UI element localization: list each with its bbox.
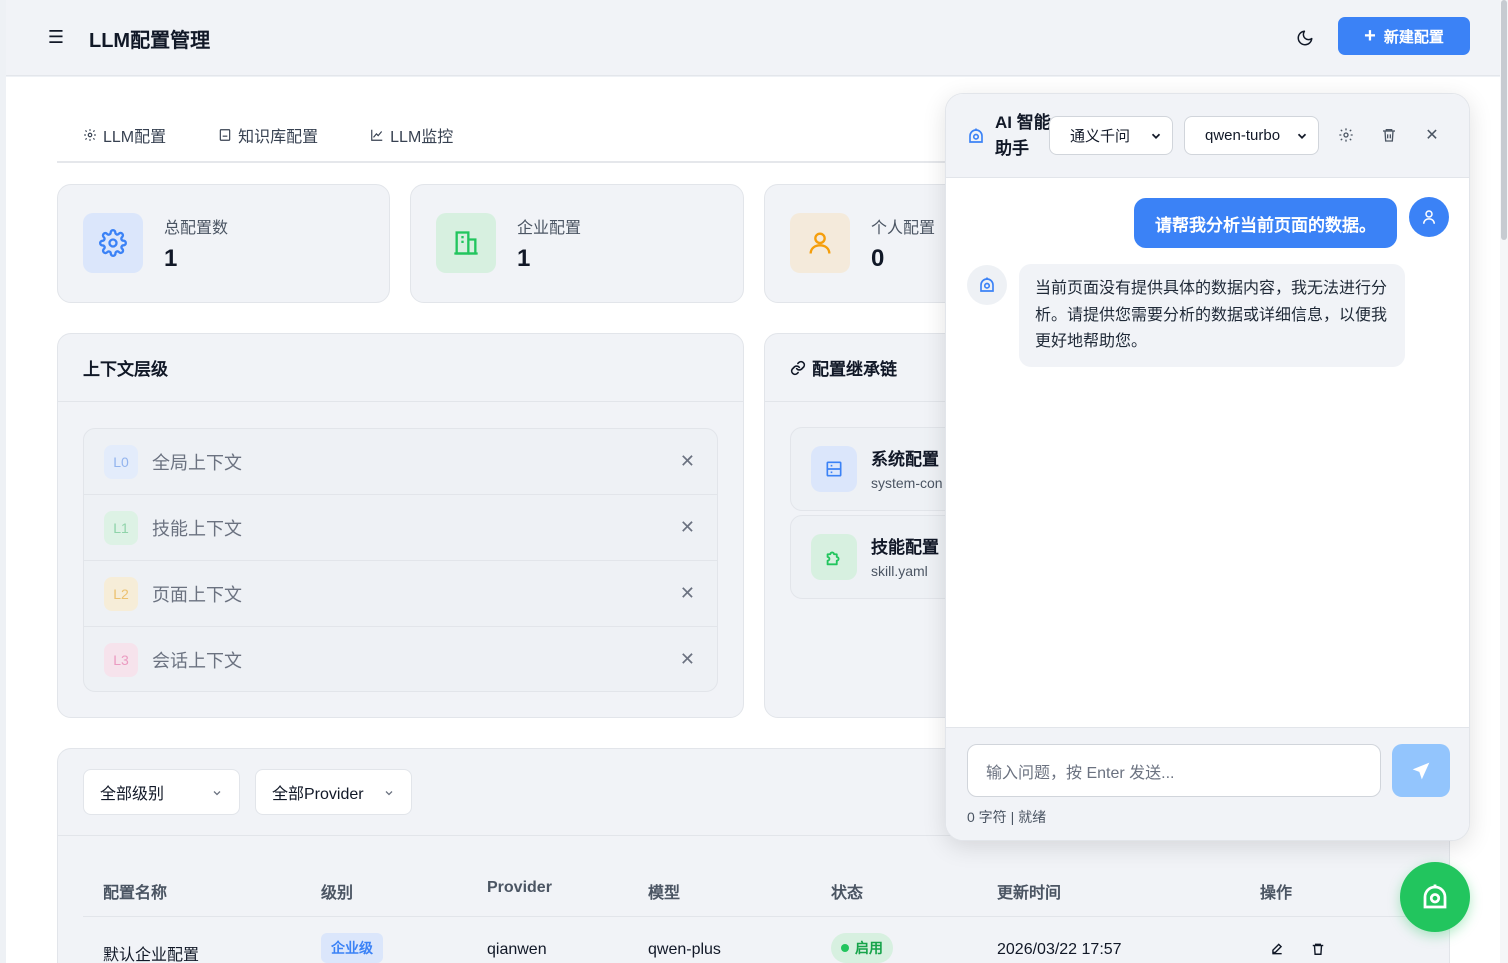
chevron-down-icon [1295, 129, 1309, 143]
close-icon[interactable]: ✕ [1423, 126, 1441, 144]
context-layer-list: L0 全局上下文 ✕ L1 技能上下文 ✕ L2 页面上下文 ✕ L3 会话上下… [83, 428, 718, 692]
send-icon [1412, 762, 1430, 779]
document-icon [218, 128, 232, 142]
gear-icon [83, 213, 143, 273]
column-header[interactable]: 配置名称 [103, 879, 167, 903]
tab-llm-monitor[interactable]: LLM监控 [344, 120, 479, 150]
provider-filter-select[interactable]: 全部Provider [255, 769, 412, 815]
column-header[interactable]: 模型 [648, 879, 680, 903]
level-badge: L3 [104, 643, 138, 677]
new-config-label: 新建配置 [1383, 28, 1444, 46]
tab-label: LLM配置 [103, 129, 167, 146]
provider-select[interactable]: 通义千问 [1049, 116, 1173, 155]
moon-icon[interactable] [1294, 27, 1316, 49]
gear-icon[interactable] [1337, 126, 1355, 144]
tab-knowledge-base[interactable]: 知识库配置 [192, 120, 344, 150]
context-panel: 上下文层级 L0 全局上下文 ✕ L1 技能上下文 ✕ L2 页面上下文 ✕ L… [57, 333, 744, 718]
chain-item-name: 技能配置 [871, 538, 939, 557]
level-badge: L0 [104, 444, 138, 479]
scrollbar-thumb[interactable] [1501, 0, 1507, 240]
tab-label: 知识库配置 [238, 129, 319, 146]
column-header: 操作 [1260, 885, 1293, 902]
level-badge: 企业级 [321, 933, 383, 963]
user-icon [790, 213, 850, 273]
chevron-down-icon [211, 787, 223, 799]
new-config-button[interactable]: + 新建配置 [1338, 17, 1470, 55]
trash-icon[interactable] [1380, 126, 1398, 144]
send-button[interactable] [1392, 744, 1450, 797]
chain-item[interactable]: 技能配置 skill.yaml [790, 515, 970, 599]
gear-icon [83, 128, 97, 142]
user-avatar-icon [1409, 197, 1449, 237]
chain-item[interactable]: 系统配置 system-con [790, 427, 970, 511]
context-layer[interactable]: L1 技能上下文 ✕ [84, 495, 717, 561]
column-header[interactable]: 状态 [831, 879, 863, 903]
page-title: LLM配置管理 [89, 30, 211, 52]
plus-icon: + [1364, 25, 1376, 47]
edit-icon[interactable] [1270, 942, 1284, 956]
status-badge: 启用 [831, 933, 893, 963]
cell-provider: qianwen [487, 941, 547, 958]
stat-label: 总配置数 [164, 220, 229, 237]
context-layer[interactable]: L3 会话上下文 ✕ [84, 627, 717, 691]
panel-title: 上下文层级 [58, 334, 743, 402]
layer-name: 全局上下文 [152, 452, 242, 473]
chat-title: AI 智能助手 [995, 113, 1051, 158]
close-icon[interactable]: ✕ [680, 583, 695, 604]
tab-llm-config[interactable]: LLM配置 [57, 120, 192, 150]
link-icon [790, 360, 806, 376]
server-icon [811, 446, 857, 492]
close-icon[interactable]: ✕ [680, 451, 695, 472]
context-layer[interactable]: L2 页面上下文 ✕ [84, 561, 717, 627]
stat-value: 1 [517, 245, 531, 272]
chat-header: AI 智能助手 通义千问 qwen-turbo ✕ [946, 94, 1469, 178]
stat-card-enterprise: 企业配置 1 [410, 184, 744, 303]
robot-icon [967, 127, 985, 145]
robot-icon [1423, 884, 1447, 909]
status-dot [841, 944, 849, 952]
close-icon[interactable]: ✕ [680, 649, 695, 670]
building-icon [436, 213, 496, 273]
robot-icon [967, 265, 1007, 305]
column-header[interactable]: Provider [487, 879, 552, 897]
close-icon[interactable]: ✕ [680, 517, 695, 538]
tab-label: LLM监控 [390, 129, 454, 146]
column-header[interactable]: 更新时间 [997, 879, 1061, 903]
chain-item-file: skill.yaml [871, 563, 928, 579]
model-select[interactable]: qwen-turbo [1184, 116, 1319, 155]
chevron-down-icon [383, 787, 395, 799]
chat-status: 0 字符 | 就绪 [967, 809, 1047, 825]
cell-config-name[interactable]: 默认企业配置 [103, 941, 199, 963]
layer-name: 会话上下文 [152, 651, 242, 671]
header-divider [83, 916, 1449, 917]
layer-name: 技能上下文 [152, 518, 242, 539]
stat-label: 企业配置 [517, 220, 582, 237]
chain-item-file: system-con [871, 475, 943, 491]
assistant-message: 当前页面没有提供具体的数据内容，我无法进行分析。请提供您需要分析的数据或详细信息… [1019, 264, 1405, 367]
level-badge: L2 [104, 576, 138, 611]
layer-name: 页面上下文 [152, 584, 242, 605]
top-bar: ☰ LLM配置管理 + 新建配置 [6, 0, 1500, 76]
hamburger-icon[interactable]: ☰ [46, 27, 66, 47]
ai-assistant-panel: AI 智能助手 通义千问 qwen-turbo ✕ 请帮我分析当前页面的数据。 … [945, 93, 1470, 841]
trash-icon[interactable] [1311, 942, 1325, 956]
chevron-down-icon [1149, 129, 1163, 143]
column-header[interactable]: 级别 [321, 879, 353, 903]
level-badge: L1 [104, 510, 138, 545]
chain-item-name: 系统配置 [871, 450, 939, 469]
user-message: 请帮我分析当前页面的数据。 [1134, 198, 1397, 248]
chat-input[interactable]: 输入问题，按 Enter 发送... [967, 744, 1381, 797]
cell-model: qwen-plus [648, 941, 721, 958]
stat-label: 个人配置 [871, 220, 936, 237]
stat-card-total: 总配置数 1 [57, 184, 390, 303]
stat-value: 0 [871, 245, 885, 272]
chat-footer: 输入问题，按 Enter 发送... 0 字符 | 就绪 [946, 727, 1469, 840]
puzzle-icon [811, 534, 857, 580]
cell-updated-time: 2026/03/22 17:57 [997, 941, 1122, 958]
stat-value: 1 [164, 245, 178, 272]
ai-assistant-fab[interactable] [1400, 862, 1470, 932]
level-filter-select[interactable]: 全部级别 [83, 769, 240, 815]
line-chart-icon [370, 128, 384, 142]
context-layer[interactable]: L0 全局上下文 ✕ [84, 429, 717, 495]
